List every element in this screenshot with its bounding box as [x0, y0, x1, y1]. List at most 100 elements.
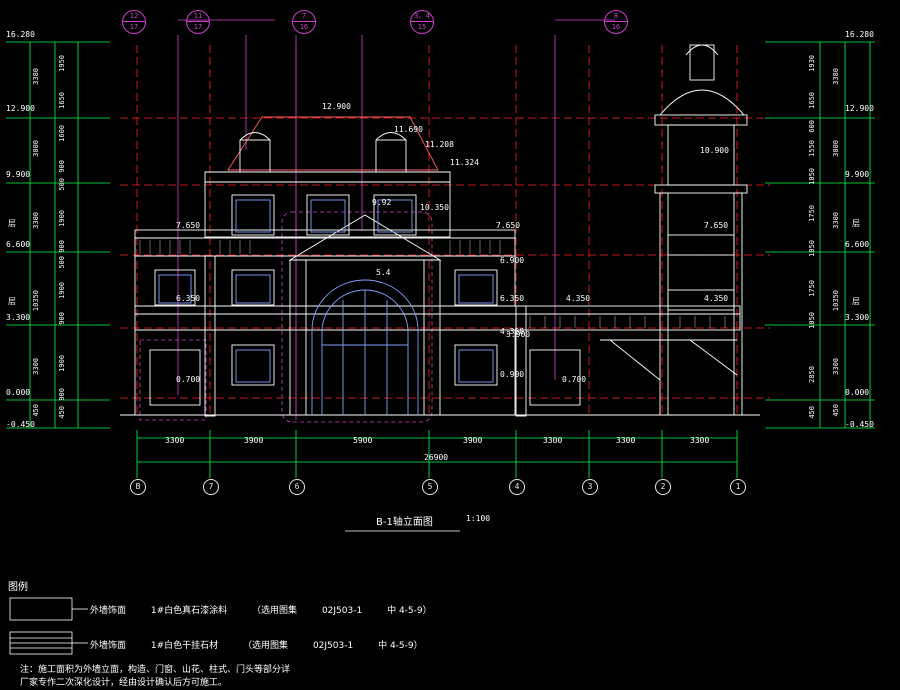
legend-code: 02J503-1 [312, 641, 354, 651]
elevation-mark: 7.650 [496, 221, 521, 230]
dimension-text: 2850 [808, 366, 816, 383]
level-label: 9.900 [845, 170, 870, 179]
dimension-text: 900 [58, 240, 66, 253]
legend-desc: 外墙饰面 [90, 641, 127, 651]
bay-dimension: 3900 [244, 436, 264, 445]
legend-note: 厂家专作二次深化设计，经由设计确认后方可施工。 [20, 678, 228, 688]
drawing-title: B-1轴立面图 [376, 517, 433, 528]
level-label: 9.900 [6, 170, 31, 179]
legend-swatches [9, 597, 88, 655]
legend-material: 1#白色真石漆涂料 [150, 606, 228, 616]
dimension-text: 3300 [32, 358, 40, 375]
balustrades [139, 240, 726, 328]
elevation-mark: 10.900 [700, 146, 729, 155]
axis-bubble-b: B [130, 479, 146, 495]
dimension-text: 1650 [58, 92, 66, 109]
bay-dimension: 3300 [543, 436, 563, 445]
tag-leaders [177, 19, 615, 420]
level-grid-lines [120, 117, 770, 399]
axis-bubble-3: 3 [582, 479, 598, 495]
level-leaders [6, 41, 875, 429]
elevation-mark: 9.92 [372, 198, 392, 207]
floor-marker: 层 [852, 297, 860, 306]
elevation-mark: 5.4 [376, 268, 391, 277]
detail-tag-7-16: 7 16 [292, 10, 316, 34]
level-label: 6.600 [845, 240, 870, 249]
dimension-text: 1750 [808, 280, 816, 297]
elevation-mark: 0.700 [176, 375, 201, 384]
axis-bubble-1: 1 [730, 479, 746, 495]
dimension-text: 1950 [58, 55, 66, 72]
dimension-text: 500 [58, 178, 66, 191]
bay-dimension: 3300 [616, 436, 636, 445]
elevation-mark: 6.350 [176, 294, 201, 303]
legend-ref: （选用图集 [252, 606, 298, 616]
entrance-glazing [158, 199, 494, 415]
floor-marker: 层 [8, 297, 16, 306]
level-label: 0.000 [845, 388, 870, 397]
level-label: 12.900 [6, 104, 35, 113]
dimension-text: 900 [58, 160, 66, 173]
dimension-text: 10350 [832, 290, 840, 312]
dimension-text: 1550 [808, 140, 816, 157]
dimension-text: 1750 [808, 205, 816, 222]
dimension-text: 3380 [832, 68, 840, 85]
elevation-drawing [6, 19, 875, 655]
legend-title: 图例 [8, 582, 28, 593]
elevation-mark: 7.650 [176, 221, 201, 230]
elevation-mark: 7.650 [704, 221, 729, 230]
dimension-text: 1050 [808, 240, 816, 257]
level-label: 6.600 [6, 240, 31, 249]
elevation-mark: 0.900 [500, 370, 525, 379]
dimension-text: 450 [808, 406, 816, 419]
elevation-mark: 3.900 [506, 330, 531, 339]
detail-tag-8-16: 8 16 [604, 10, 628, 34]
dimension-text: 900 [58, 312, 66, 325]
dimension-text: 3300 [832, 358, 840, 375]
bay-dimension: 3300 [690, 436, 710, 445]
dimension-text: 1930 [808, 55, 816, 72]
dimension-text: 3380 [32, 68, 40, 85]
dimension-text: 3000 [832, 140, 840, 157]
legend-page: 中 4-5-9） [387, 606, 432, 616]
level-label: 0.000 [6, 388, 31, 397]
dimension-text: 1050 [808, 312, 816, 329]
detail-tag-12-17: 12 17 [122, 10, 146, 34]
axis-bubble-2: 2 [655, 479, 671, 495]
drawing-scale: 1:100 [466, 514, 491, 523]
dimension-text: 1900 [58, 282, 66, 299]
level-label: 3.300 [845, 313, 870, 322]
legend-code: 02J503-1 [321, 606, 363, 616]
legend-row: 外墙饰面 1#白色真石漆涂料 （选用图集 02J503-1 中 4-5-9） [90, 603, 454, 616]
elevation-mark: 10.350 [420, 203, 449, 212]
elevation-mark: 6.900 [500, 256, 525, 265]
legend-row: 外墙饰面 1#白色干挂石材 （选用图集 02J503-1 中 4-5-9） [90, 638, 445, 651]
dimension-text: 1900 [58, 210, 66, 227]
total-dimension: 26900 [424, 453, 449, 462]
dimension-text: 500 [58, 256, 66, 269]
level-label: -0.450 [845, 420, 874, 429]
level-label: -0.450 [6, 420, 35, 429]
axis-bubble-7: 7 [203, 479, 219, 495]
dimension-text: 450 [832, 404, 840, 417]
legend-note: 注：施工面积为外墙立面，构造、门窗、山花、柱式、门头等部分详 [20, 665, 291, 675]
level-label: 12.900 [845, 104, 874, 113]
dimension-text: 1900 [58, 355, 66, 372]
dimension-text: 3300 [32, 212, 40, 229]
dimension-text: 1600 [58, 125, 66, 142]
dimension-text: 600 [808, 120, 816, 133]
dimension-text: 1650 [808, 92, 816, 109]
legend-desc: 外墙饰面 [90, 606, 127, 616]
axis-bubble-4: 4 [509, 479, 525, 495]
detail-tag-3-4-15: 3、4 15 [410, 10, 434, 34]
elevation-mark: 11.324 [450, 158, 479, 167]
elevation-mark: 4.350 [566, 294, 591, 303]
dimension-text: 1050 [808, 168, 816, 185]
legend-ref: （选用图集 [243, 641, 289, 651]
dimension-text: 10350 [32, 290, 40, 312]
legend-page: 中 4-5-9） [378, 641, 423, 651]
bay-dimension: 3300 [165, 436, 185, 445]
tower [600, 44, 748, 416]
bay-dimension: 3900 [463, 436, 483, 445]
elevation-mark: 11.208 [425, 140, 454, 149]
